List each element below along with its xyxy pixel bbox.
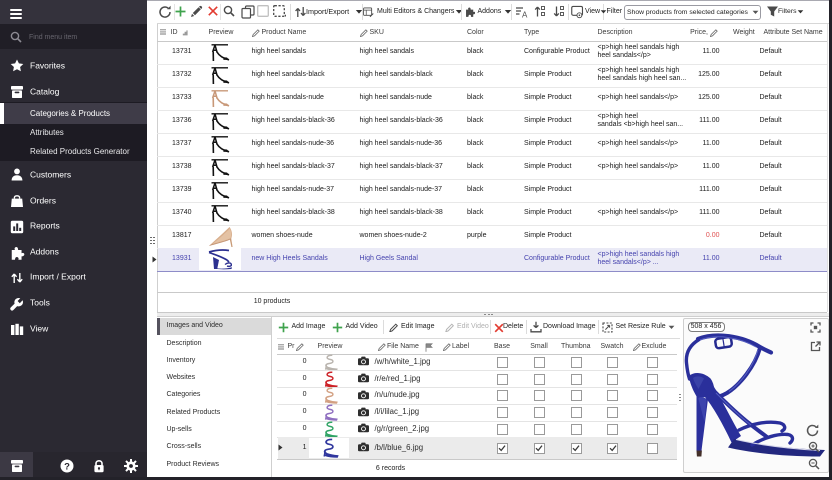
svg-text:?: ? <box>64 461 70 472</box>
svg-text:A: A <box>522 10 528 18</box>
